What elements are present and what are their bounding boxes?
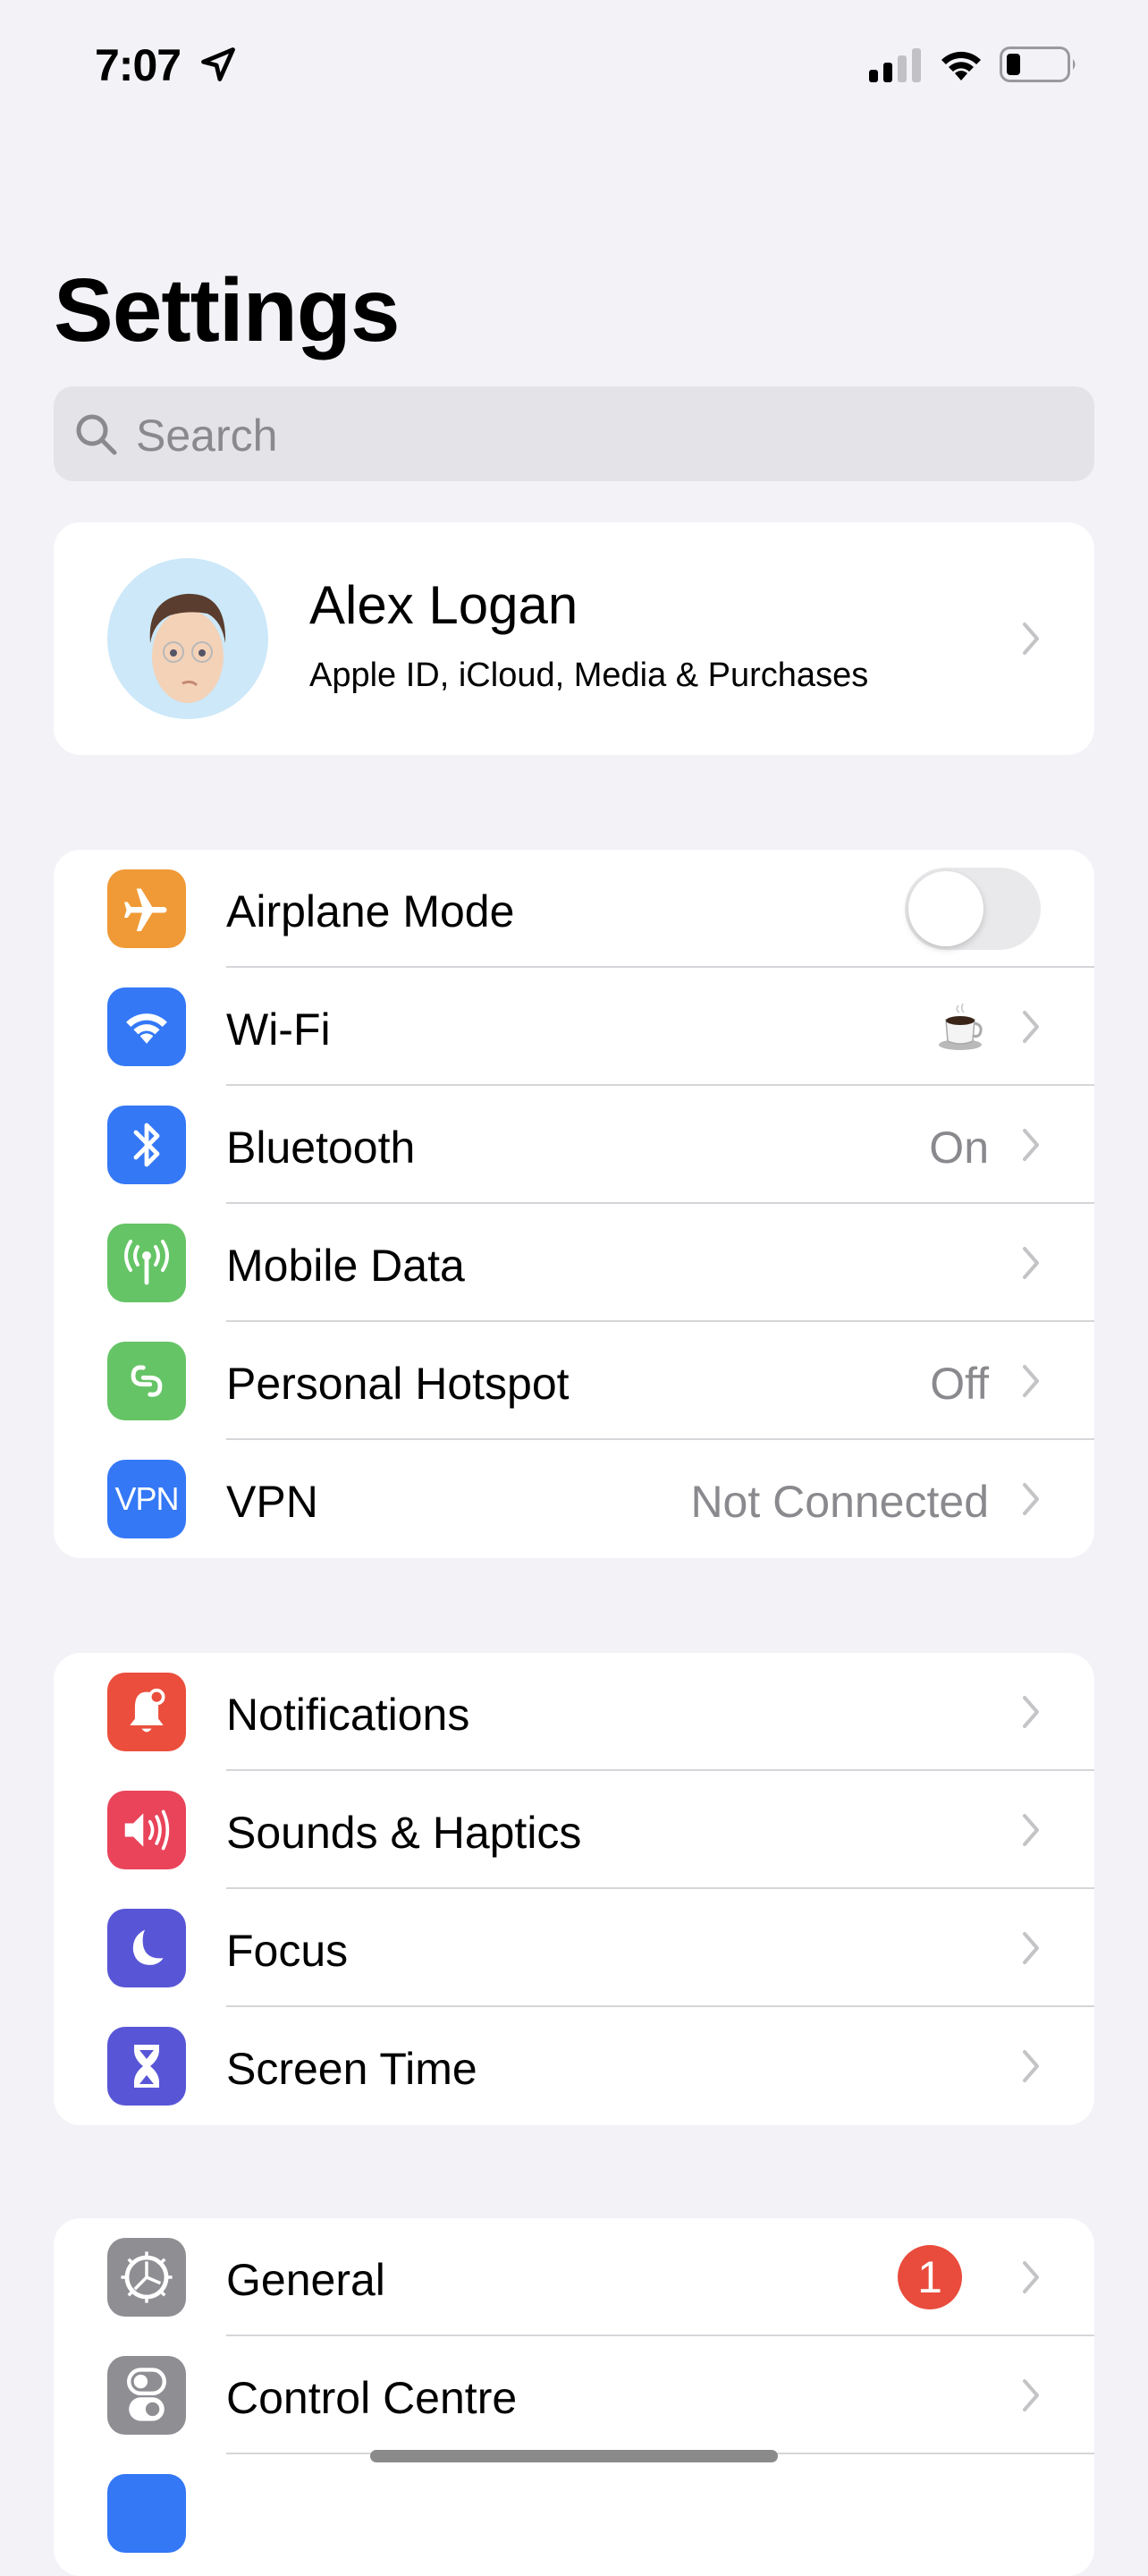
profile-subtitle: Apple ID, iCloud, Media & Purchases bbox=[309, 657, 869, 694]
memoji-avatar-icon bbox=[107, 558, 268, 719]
switches-icon bbox=[107, 2356, 186, 2435]
settings-row-airplane-mode[interactable]: Airplane Mode bbox=[54, 850, 1094, 968]
hotspot-status: Off bbox=[930, 1359, 989, 1409]
speaker-icon bbox=[107, 1791, 186, 1869]
chevron-right-icon bbox=[1023, 2261, 1039, 2293]
settings-row-focus[interactable]: Focus bbox=[54, 1889, 1094, 2007]
chevron-right-icon bbox=[1023, 1814, 1039, 1846]
settings-row-label: Control Centre bbox=[226, 2373, 518, 2423]
airplane-icon bbox=[107, 869, 186, 948]
apple-id-profile-row[interactable]: Alex Logan Apple ID, iCloud, Media & Pur… bbox=[54, 522, 1094, 755]
search-icon bbox=[76, 414, 117, 455]
chevron-right-icon bbox=[1023, 1696, 1039, 1728]
chevron-right-icon bbox=[1023, 1365, 1039, 1397]
settings-row-label: General bbox=[226, 2255, 385, 2305]
settings-row-bluetooth[interactable]: Bluetooth On bbox=[54, 1086, 1094, 1204]
settings-row-label: Bluetooth bbox=[226, 1123, 416, 1173]
general-group: General 1 Control Centre bbox=[54, 2218, 1094, 2576]
settings-row-general[interactable]: General 1 bbox=[54, 2218, 1094, 2336]
settings-row-label: Mobile Data bbox=[226, 1241, 465, 1291]
chevron-right-icon bbox=[1023, 2379, 1039, 2411]
chevron-right-icon bbox=[1023, 1129, 1039, 1161]
chevron-right-icon bbox=[1023, 2050, 1039, 2082]
settings-row-screen-time[interactable]: Screen Time bbox=[54, 2007, 1094, 2125]
status-bar: 7:07 bbox=[0, 0, 1148, 134]
clock: 7:07 bbox=[95, 40, 181, 90]
gear-icon bbox=[107, 2238, 186, 2317]
notification-badge: 1 bbox=[898, 2245, 962, 2309]
vpn-icon-text: VPN bbox=[114, 1480, 179, 1517]
settings-row-label: Personal Hotspot bbox=[226, 1359, 570, 1409]
moon-icon bbox=[107, 1909, 186, 1987]
app-icon bbox=[107, 2474, 186, 2553]
chevron-right-icon bbox=[1023, 623, 1039, 655]
settings-row-label: Screen Time bbox=[226, 2044, 477, 2094]
location-arrow-icon bbox=[201, 47, 235, 81]
search-input[interactable]: Search bbox=[54, 386, 1094, 481]
settings-row-label: Wi-Fi bbox=[226, 1004, 331, 1055]
antenna-icon bbox=[107, 1224, 186, 1302]
cellular-signal-icon bbox=[869, 48, 921, 82]
settings-row-personal-hotspot[interactable]: Personal Hotspot Off bbox=[54, 1322, 1094, 1440]
bluetooth-status: On bbox=[929, 1123, 989, 1173]
chevron-right-icon bbox=[1023, 1932, 1039, 1964]
chevron-right-icon bbox=[1023, 1247, 1039, 1279]
settings-row-label: Notifications bbox=[226, 1690, 470, 1740]
settings-row-vpn[interactable]: VPN VPN Not Connected bbox=[54, 1440, 1094, 1558]
settings-row-label: Airplane Mode bbox=[226, 886, 515, 936]
airplane-mode-toggle[interactable] bbox=[905, 868, 1041, 950]
settings-row-wifi[interactable]: Wi-Fi bbox=[54, 968, 1094, 1086]
wifi-icon bbox=[107, 987, 186, 1066]
settings-row-control-centre[interactable]: Control Centre bbox=[54, 2336, 1094, 2454]
hourglass-icon bbox=[107, 2027, 186, 2106]
coffee-cup-icon bbox=[939, 1003, 983, 1050]
chevron-right-icon bbox=[1023, 1011, 1039, 1043]
wifi-icon bbox=[941, 51, 981, 80]
profile-name: Alex Logan bbox=[309, 575, 578, 635]
battery-icon bbox=[1000, 47, 1076, 82]
page-title: Settings bbox=[54, 260, 400, 360]
hotspot-link-icon bbox=[107, 1342, 186, 1420]
search-placeholder: Search bbox=[136, 411, 278, 461]
vpn-status: Not Connected bbox=[690, 1477, 989, 1527]
toggle-knob bbox=[908, 871, 983, 946]
settings-row-sounds-haptics[interactable]: Sounds & Haptics bbox=[54, 1771, 1094, 1889]
settings-row-label: VPN bbox=[226, 1477, 318, 1527]
notifications-group: Notifications Sounds & Haptics Focus Scr… bbox=[54, 1653, 1094, 2125]
settings-row-label: Sounds & Haptics bbox=[226, 1808, 582, 1858]
home-indicator[interactable] bbox=[370, 2450, 778, 2462]
settings-row-mobile-data[interactable]: Mobile Data bbox=[54, 1204, 1094, 1322]
bluetooth-icon bbox=[107, 1106, 186, 1184]
connectivity-group: Airplane Mode Wi-Fi Bluetooth On Mobile … bbox=[54, 850, 1094, 1558]
settings-row-partial[interactable] bbox=[54, 2454, 1094, 2572]
settings-row-label: Focus bbox=[226, 1926, 349, 1976]
vpn-icon: VPN bbox=[107, 1460, 186, 1538]
bell-icon bbox=[107, 1673, 186, 1751]
settings-row-notifications[interactable]: Notifications bbox=[54, 1653, 1094, 1771]
chevron-right-icon bbox=[1023, 1483, 1039, 1515]
